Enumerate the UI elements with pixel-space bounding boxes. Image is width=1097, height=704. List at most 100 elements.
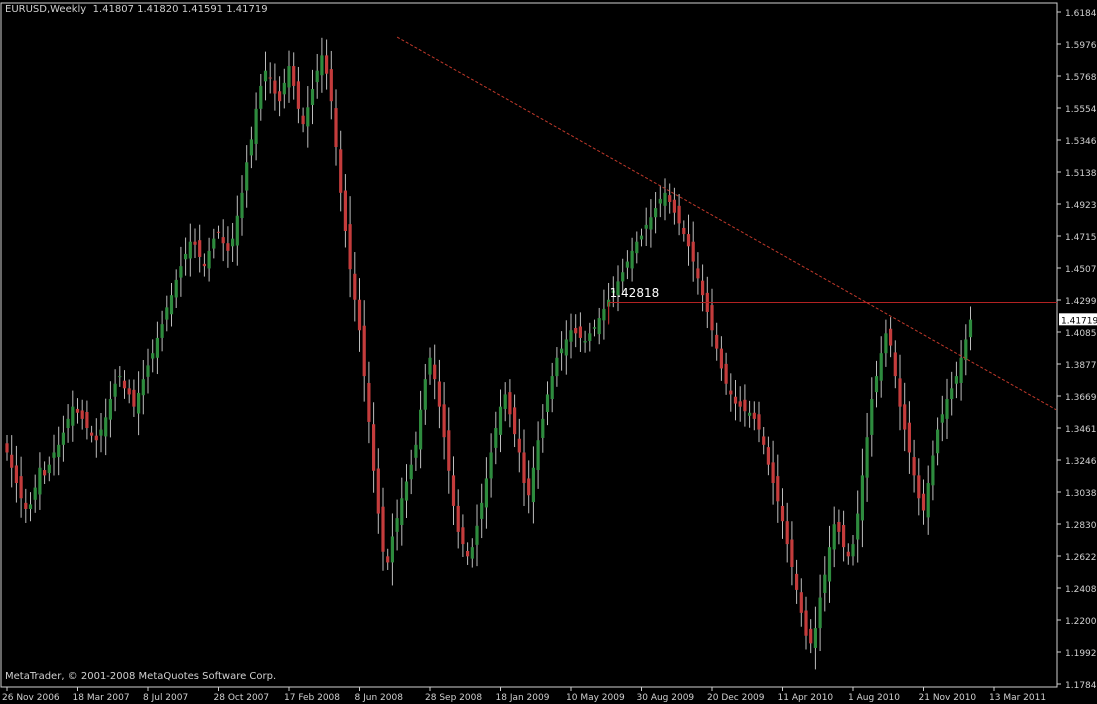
candle-body <box>592 327 597 329</box>
y-tick-label: 1.53460 <box>1065 137 1097 147</box>
candle-body <box>10 454 14 468</box>
candle-body <box>846 551 850 557</box>
candle-body <box>301 115 305 125</box>
candle-body <box>780 505 785 522</box>
candle-body <box>395 518 399 532</box>
candle-body <box>818 597 822 629</box>
candle-body <box>466 550 470 557</box>
y-tick-label: 1.57685 <box>1065 73 1097 83</box>
candle-body <box>560 348 564 354</box>
candle-body <box>729 390 733 395</box>
candle-body <box>348 224 352 270</box>
candle-body <box>198 240 202 257</box>
candle-body <box>57 444 61 458</box>
candle-body <box>588 333 592 341</box>
candle-body <box>428 357 432 375</box>
candle-body <box>668 195 672 202</box>
y-tick-label: 1.17840 <box>1065 681 1097 691</box>
candle-body <box>320 55 324 76</box>
candle-body <box>475 525 479 545</box>
candle-body <box>113 383 117 397</box>
candle-body <box>19 476 23 499</box>
candle-body <box>310 88 315 106</box>
current-price-label: 1.41719 <box>1061 316 1097 326</box>
candle-body <box>870 399 874 435</box>
candle-body <box>776 476 780 502</box>
candle-body <box>61 432 65 445</box>
price-chart[interactable]: 1.61845 1.59765 1.57685 1.55540 1.53460 1.513… <box>0 0 1097 704</box>
candle-body <box>494 428 498 448</box>
candle-body <box>926 483 930 518</box>
candle-body <box>823 574 827 593</box>
candle-body <box>90 432 94 436</box>
candle-body <box>71 406 75 426</box>
candle-body <box>108 399 112 420</box>
candle-body <box>574 327 578 334</box>
candle-body <box>315 70 319 83</box>
candle-body <box>860 475 864 521</box>
candle-body <box>691 241 695 262</box>
candle-body <box>489 452 493 479</box>
candle-body <box>550 376 554 400</box>
x-tick-label: 21 Nov 2010 <box>919 693 977 703</box>
candle-body <box>155 337 159 358</box>
y-tick-label: 1.49235 <box>1065 201 1097 211</box>
candle-body <box>513 407 517 435</box>
candle-body <box>654 208 658 218</box>
candle-body <box>296 81 300 109</box>
y-tick-label: 1.42995 <box>1065 297 1097 307</box>
candle-body <box>212 238 216 249</box>
candle-body <box>52 452 56 458</box>
candle-body <box>503 394 507 409</box>
plot-frame <box>0 2 1058 688</box>
candle-body <box>151 353 155 359</box>
candle-body <box>842 525 846 548</box>
candle-body <box>287 66 291 88</box>
y-tick-label: 1.24080 <box>1065 585 1097 595</box>
candle-body <box>292 66 296 86</box>
candle-body <box>940 414 944 423</box>
y-tick-label: 1.19920 <box>1065 649 1097 659</box>
y-tick-label: 1.47155 <box>1065 233 1097 243</box>
candle-body <box>461 527 465 545</box>
candle-body <box>24 502 28 509</box>
candle-body <box>964 339 968 361</box>
candle-body <box>809 628 813 644</box>
candle-body <box>602 308 606 321</box>
candle-body <box>672 199 676 213</box>
candle-body <box>856 513 860 540</box>
candle-body <box>682 227 686 235</box>
candle-body <box>578 326 582 338</box>
candle-body <box>235 215 239 246</box>
candle-body <box>263 70 268 82</box>
candle-body <box>470 547 474 559</box>
candle-body <box>851 544 855 557</box>
candle-body <box>945 399 949 419</box>
candle-body <box>804 610 808 636</box>
candle-body <box>5 443 9 453</box>
candle-body <box>94 435 98 441</box>
candle-body <box>372 424 376 471</box>
candle-body <box>409 464 413 480</box>
candle-body <box>386 556 390 563</box>
candle-body <box>738 401 742 407</box>
candle-body <box>968 319 973 338</box>
candle-body <box>724 363 728 384</box>
y-tick-label: 1.32465 <box>1065 457 1097 467</box>
candle-body <box>66 418 70 429</box>
x-tick-label: 18 Mar 2007 <box>73 693 130 703</box>
candle-body <box>907 422 911 453</box>
candle-body <box>254 108 258 144</box>
candle-body <box>893 352 897 377</box>
y-tick-label: 1.36690 <box>1065 393 1097 403</box>
candle-body <box>400 498 404 526</box>
candle-body <box>696 268 700 279</box>
y-tick-label: 1.28305 <box>1065 521 1097 531</box>
candle-body <box>132 389 136 407</box>
candle-body <box>259 85 263 109</box>
candle-body <box>240 192 244 219</box>
candle-body <box>226 243 230 251</box>
candle-body <box>207 250 211 269</box>
candle-body <box>865 437 869 478</box>
candle-body <box>748 412 752 416</box>
